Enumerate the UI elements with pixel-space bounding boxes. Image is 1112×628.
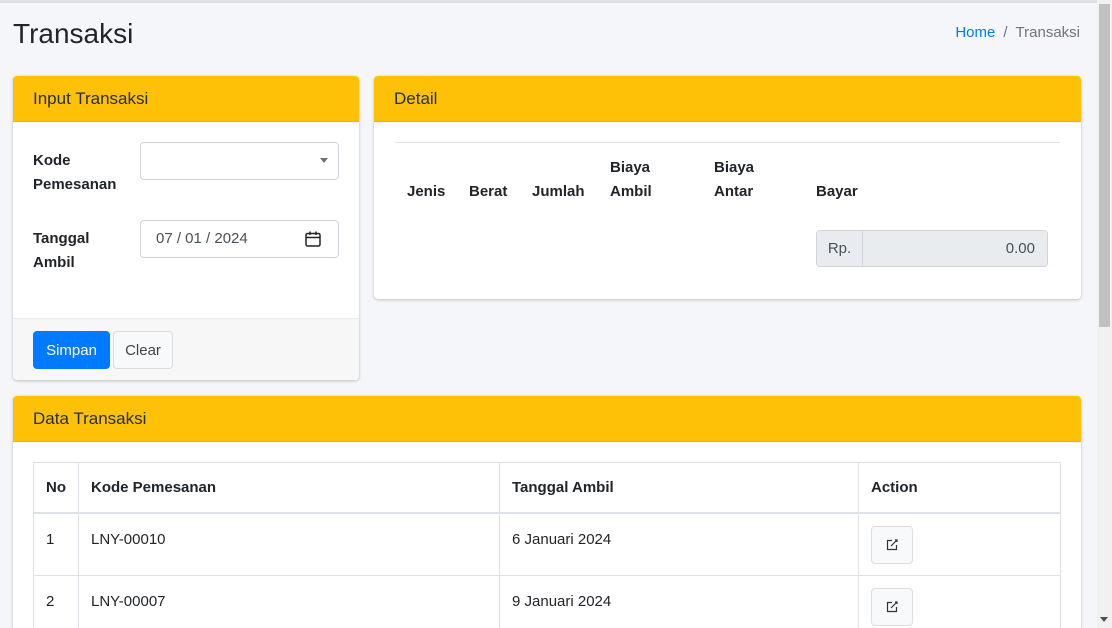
bayar-input-group: Rp. 0.00 bbox=[816, 230, 1048, 267]
edit-button[interactable] bbox=[871, 525, 913, 564]
cell-no: 2 bbox=[33, 575, 79, 628]
breadcrumb-home-link[interactable]: Home bbox=[955, 24, 995, 41]
cell-no: 1 bbox=[33, 512, 79, 576]
card-footer: Simpan Clear bbox=[13, 318, 359, 380]
detail-header-biaya-ambil: Biaya Ambil bbox=[610, 159, 652, 200]
detail-header-jenis: Jenis bbox=[407, 183, 446, 200]
simpan-button[interactable]: Simpan bbox=[33, 331, 110, 369]
column-header-tanggal: Tanggal Ambil bbox=[499, 462, 859, 514]
detail-header-biaya-antar: Biaya Antar bbox=[714, 159, 755, 200]
calendar-icon[interactable] bbox=[304, 230, 322, 248]
card-title: Data Transaksi bbox=[13, 396, 1081, 442]
kode-pemesanan-select[interactable] bbox=[140, 142, 339, 180]
breadcrumb-separator: / bbox=[1003, 24, 1008, 41]
detail-header-jumlah: Jumlah bbox=[532, 183, 585, 200]
cell-kode: LNY-00007 bbox=[78, 575, 500, 628]
top-border bbox=[0, 0, 1097, 3]
cell-tanggal: 9 Januari 2024 bbox=[499, 575, 859, 628]
tanggal-ambil-label: Tanggal Ambil bbox=[33, 230, 90, 271]
data-transaksi-table: No Kode Pemesanan Tanggal Ambil Action 1… bbox=[33, 462, 1061, 628]
currency-prefix: Rp. bbox=[817, 231, 863, 266]
detail-header-bayar: Bayar bbox=[816, 183, 858, 200]
cell-action bbox=[858, 512, 1061, 576]
scrollbar-thumb[interactable] bbox=[1099, 4, 1110, 327]
table-row: 2 LNY-00007 9 Januari 2024 bbox=[33, 575, 1061, 628]
cell-kode: LNY-00010 bbox=[78, 512, 500, 576]
column-header-action: Action bbox=[858, 462, 1061, 514]
detail-card: Detail Jenis Berat Jumlah Biaya Ambil Bi… bbox=[374, 76, 1081, 299]
breadcrumb: Home / Transaksi bbox=[955, 24, 1080, 41]
detail-header-berat: Berat bbox=[469, 183, 508, 200]
clear-button[interactable]: Clear bbox=[113, 331, 173, 369]
column-header-kode: Kode Pemesanan bbox=[78, 462, 500, 514]
cell-tanggal: 6 Januari 2024 bbox=[499, 512, 859, 576]
tanggal-ambil-input[interactable]: 07 / 01 / 2024 bbox=[140, 220, 339, 258]
tanggal-ambil-value: 07 / 01 / 2024 bbox=[156, 230, 248, 247]
input-transaksi-card: Input Transaksi Kode Pemesanan Tanggal A… bbox=[13, 76, 359, 380]
chevron-down-icon bbox=[320, 158, 328, 163]
breadcrumb-current: Transaksi bbox=[1015, 24, 1080, 41]
table-header-row: No Kode Pemesanan Tanggal Ambil Action bbox=[33, 462, 1061, 514]
column-header-no: No bbox=[33, 462, 79, 514]
edit-icon bbox=[886, 601, 898, 613]
table-row: 1 LNY-00010 6 Januari 2024 bbox=[33, 512, 1061, 576]
page-scrollbar[interactable] bbox=[1097, 0, 1112, 628]
kode-pemesanan-label: Kode Pemesanan bbox=[33, 152, 117, 193]
card-title: Input Transaksi bbox=[13, 76, 359, 122]
detail-table-border bbox=[395, 142, 1060, 143]
scroll-down-arrow-icon[interactable] bbox=[1100, 617, 1108, 622]
card-title: Detail bbox=[374, 76, 1081, 122]
cell-action bbox=[858, 575, 1061, 628]
edit-icon bbox=[886, 538, 898, 550]
page-title: Transaksi bbox=[13, 18, 134, 49]
data-transaksi-card: Data Transaksi No Kode Pemesanan Tanggal… bbox=[13, 396, 1081, 628]
edit-button[interactable] bbox=[871, 588, 913, 626]
bayar-field[interactable]: 0.00 bbox=[863, 231, 1047, 266]
